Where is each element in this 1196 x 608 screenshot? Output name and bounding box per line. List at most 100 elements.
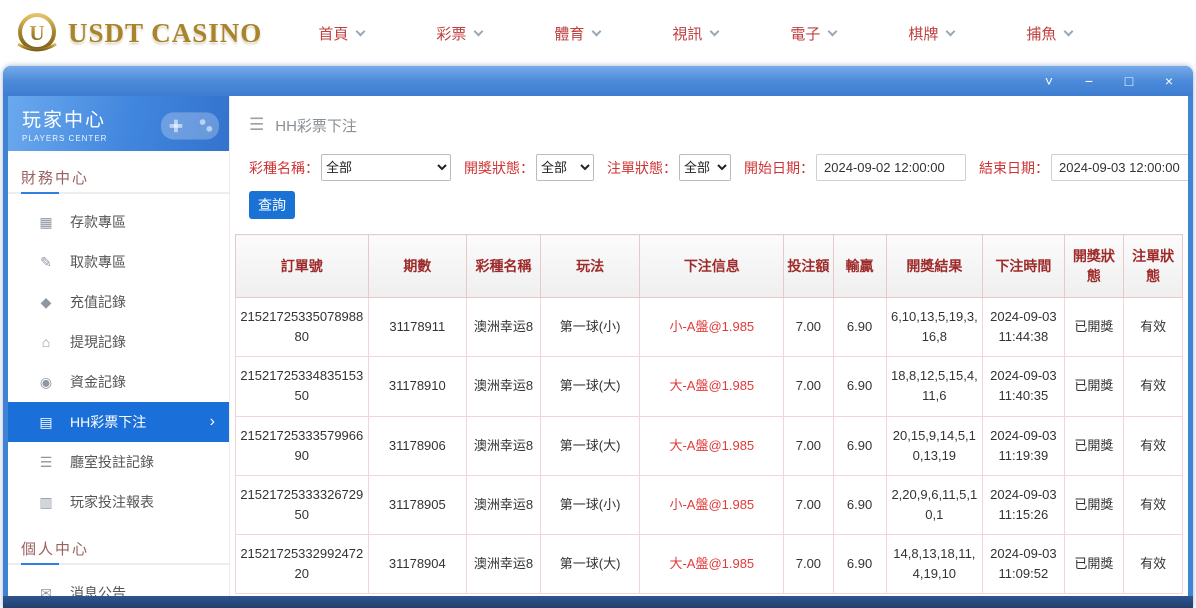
nav-item[interactable]: 電子 bbox=[790, 23, 836, 44]
section-underline bbox=[8, 192, 229, 194]
table-cell: 2024-09-03 11:40:35 bbox=[983, 357, 1064, 416]
sidebar-item[interactable]: ▤HH彩票下注› bbox=[8, 402, 229, 442]
query-button[interactable]: 查詢 bbox=[249, 191, 295, 219]
menu-toggle-icon[interactable]: ☰ bbox=[249, 115, 264, 135]
sidebar-header: 玩家中心 PLAYERS CENTER bbox=[8, 96, 229, 151]
brand-logo[interactable]: U USDT CASINO bbox=[14, 10, 262, 56]
sidebar-item-label: 資金記錄 bbox=[70, 372, 126, 392]
brand-emblem-icon: U bbox=[14, 10, 60, 56]
table-cell: 2024-09-03 11:15:26 bbox=[983, 475, 1064, 534]
chevron-down-icon bbox=[710, 26, 720, 36]
top-nav: 首頁 彩票 體育 視訊 電子 棋牌 捕魚 bbox=[318, 23, 1072, 44]
nav-item-label: 捕魚 bbox=[1026, 23, 1056, 44]
nav-item[interactable]: 首頁 bbox=[318, 23, 364, 44]
nav-item[interactable]: 視訊 bbox=[672, 23, 718, 44]
sidebar-item[interactable]: ☰ 廳室投註記錄 bbox=[8, 442, 229, 482]
svg-text:U: U bbox=[29, 21, 44, 45]
table-cell: 7.00 bbox=[784, 416, 833, 475]
end-date-input[interactable] bbox=[1051, 154, 1188, 181]
table-cell: 2024-09-03 11:44:38 bbox=[983, 298, 1064, 357]
chevron-down-icon bbox=[828, 26, 838, 36]
table-cell: 2,20,9,6,11,5,10,1 bbox=[886, 475, 983, 534]
table-cell: 第一球(大) bbox=[540, 535, 639, 594]
table-header-cell: 下注時間 bbox=[983, 235, 1064, 298]
table-cell: 6.90 bbox=[833, 298, 886, 357]
table-cell: 2024-09-03 11:19:39 bbox=[983, 416, 1064, 475]
table-cell: 有效 bbox=[1124, 298, 1183, 357]
window-close-icon[interactable]: × bbox=[1161, 74, 1177, 88]
table-cell: 澳洲幸运8 bbox=[467, 475, 541, 534]
table-row: 215217253350789888031178911澳洲幸运8第一球(小)小-… bbox=[236, 298, 1183, 357]
lottery-select[interactable]: 全部 bbox=[321, 154, 451, 181]
chevron-right-icon: › bbox=[210, 413, 215, 431]
nav-item[interactable]: 捕魚 bbox=[1026, 23, 1072, 44]
bet-status-select[interactable]: 全部 bbox=[679, 154, 731, 181]
nav-item[interactable]: 彩票 bbox=[436, 23, 482, 44]
draw-status-filter-label: 開獎狀態： bbox=[464, 158, 534, 178]
table-cell: 6.90 bbox=[833, 535, 886, 594]
table-row: 215217253335799669031178906澳洲幸运8第一球(大)大-… bbox=[236, 416, 1183, 475]
main-content: ☰ HH彩票下注 彩種名稱： 全部 開獎狀態： 全部 注單狀態： bbox=[230, 96, 1188, 596]
table-header-cell: 輸贏 bbox=[833, 235, 886, 298]
announcement-icon: ✉ bbox=[38, 585, 54, 597]
table-cell: 小-A盤@1.985 bbox=[640, 475, 784, 534]
table-header-cell: 下注信息 bbox=[640, 235, 784, 298]
table-cell: 大-A盤@1.985 bbox=[640, 416, 784, 475]
sidebar-item-label: 取款專區 bbox=[70, 252, 126, 272]
table-cell: 2152172533507898880 bbox=[236, 298, 369, 357]
sidebar: 玩家中心 PLAYERS CENTER 財務中心 ▦ 存款專區 ✎ 取款專區 ◆充值記錄⌂… bbox=[8, 96, 230, 596]
nav-item[interactable]: 體育 bbox=[554, 23, 600, 44]
chevron-down-icon bbox=[592, 26, 602, 36]
table-cell: 有效 bbox=[1124, 475, 1183, 534]
sidebar-section-label: 財務中心 bbox=[8, 151, 229, 192]
table-header-cell: 開獎結果 bbox=[886, 235, 983, 298]
table-cell: 有效 bbox=[1124, 416, 1183, 475]
window-maximize-icon[interactable]: □ bbox=[1121, 74, 1137, 88]
bet-records-table: 訂單號期數彩種名稱玩法下注信息投注額輸贏開獎結果下注時間開獎狀態注單狀態 215… bbox=[235, 234, 1183, 594]
table-cell: 2152172533357996690 bbox=[236, 416, 369, 475]
table-cell: 31178906 bbox=[368, 416, 466, 475]
brand-name: USDT CASINO bbox=[68, 18, 262, 49]
sidebar-item[interactable]: ◆充值記錄 bbox=[8, 282, 229, 322]
table-cell: 31178911 bbox=[368, 298, 466, 357]
table-header-cell: 訂單號 bbox=[236, 235, 369, 298]
sidebar-item[interactable]: ✉消息公告 bbox=[8, 573, 229, 596]
filter-bar: 彩種名稱： 全部 開獎狀態： 全部 注單狀態： 全部 bbox=[230, 154, 1188, 181]
room-bet-record-icon: ☰ bbox=[38, 454, 54, 471]
table-cell: 6.90 bbox=[833, 357, 886, 416]
window-minimize-icon[interactable]: − bbox=[1081, 74, 1097, 88]
sidebar-item[interactable]: ✎ 取款專區 bbox=[8, 242, 229, 282]
table-cell: 有效 bbox=[1124, 357, 1183, 416]
table-cell: 小-A盤@1.985 bbox=[640, 298, 784, 357]
sidebar-item[interactable]: ⌂提現記錄 bbox=[8, 322, 229, 362]
deposit-icon: ▦ bbox=[38, 214, 54, 231]
nav-item-label: 彩票 bbox=[436, 23, 466, 44]
table-cell: 已開獎 bbox=[1064, 416, 1124, 475]
withdraw-icon: ✎ bbox=[38, 254, 54, 271]
table-cell: 6.90 bbox=[833, 416, 886, 475]
draw-status-select[interactable]: 全部 bbox=[536, 154, 594, 181]
table-cell: 20,15,9,14,5,10,13,19 bbox=[886, 416, 983, 475]
lottery-bet-icon: ▤ bbox=[38, 414, 54, 431]
sidebar-item-label: 存款專區 bbox=[70, 212, 126, 232]
sidebar-item[interactable]: ▦ 存款專區 bbox=[8, 202, 229, 242]
sidebar-item-label: 廳室投註記錄 bbox=[70, 452, 154, 472]
table-cell: 2024-09-03 11:09:52 bbox=[983, 535, 1064, 594]
app-window: ˅ − □ × 玩家中心 PLAYERS CENTER 財務中心 ▦ 存款專區 ✎ 取款… bbox=[3, 66, 1193, 608]
sidebar-item[interactable]: ▥玩家投注報表 bbox=[8, 482, 229, 522]
sidebar-item[interactable]: ◉資金記錄 bbox=[8, 362, 229, 402]
nav-item[interactable]: 棋牌 bbox=[908, 23, 954, 44]
nav-item-label: 視訊 bbox=[672, 23, 702, 44]
table-cell: 14,8,13,18,11,4,19,10 bbox=[886, 535, 983, 594]
sidebar-item-label: 玩家投注報表 bbox=[70, 492, 154, 512]
sidebar-menu: 財務中心 ▦ 存款專區 ✎ 取款專區 ◆充值記錄⌂提現記錄◉資金記錄▤HH彩票下注› ☰ 廳室… bbox=[8, 151, 229, 596]
sidebar-item-label: 提現記錄 bbox=[70, 332, 126, 352]
chevron-down-icon bbox=[946, 26, 956, 36]
window-collapse-icon[interactable]: ˅ bbox=[1041, 74, 1057, 88]
table-header-cell: 期數 bbox=[368, 235, 466, 298]
gamepad-icon bbox=[159, 104, 221, 144]
recharge-record-icon: ◆ bbox=[38, 294, 54, 311]
table-cell: 第一球(大) bbox=[540, 357, 639, 416]
lottery-filter-label: 彩種名稱： bbox=[249, 158, 319, 178]
start-date-input[interactable] bbox=[816, 154, 966, 181]
